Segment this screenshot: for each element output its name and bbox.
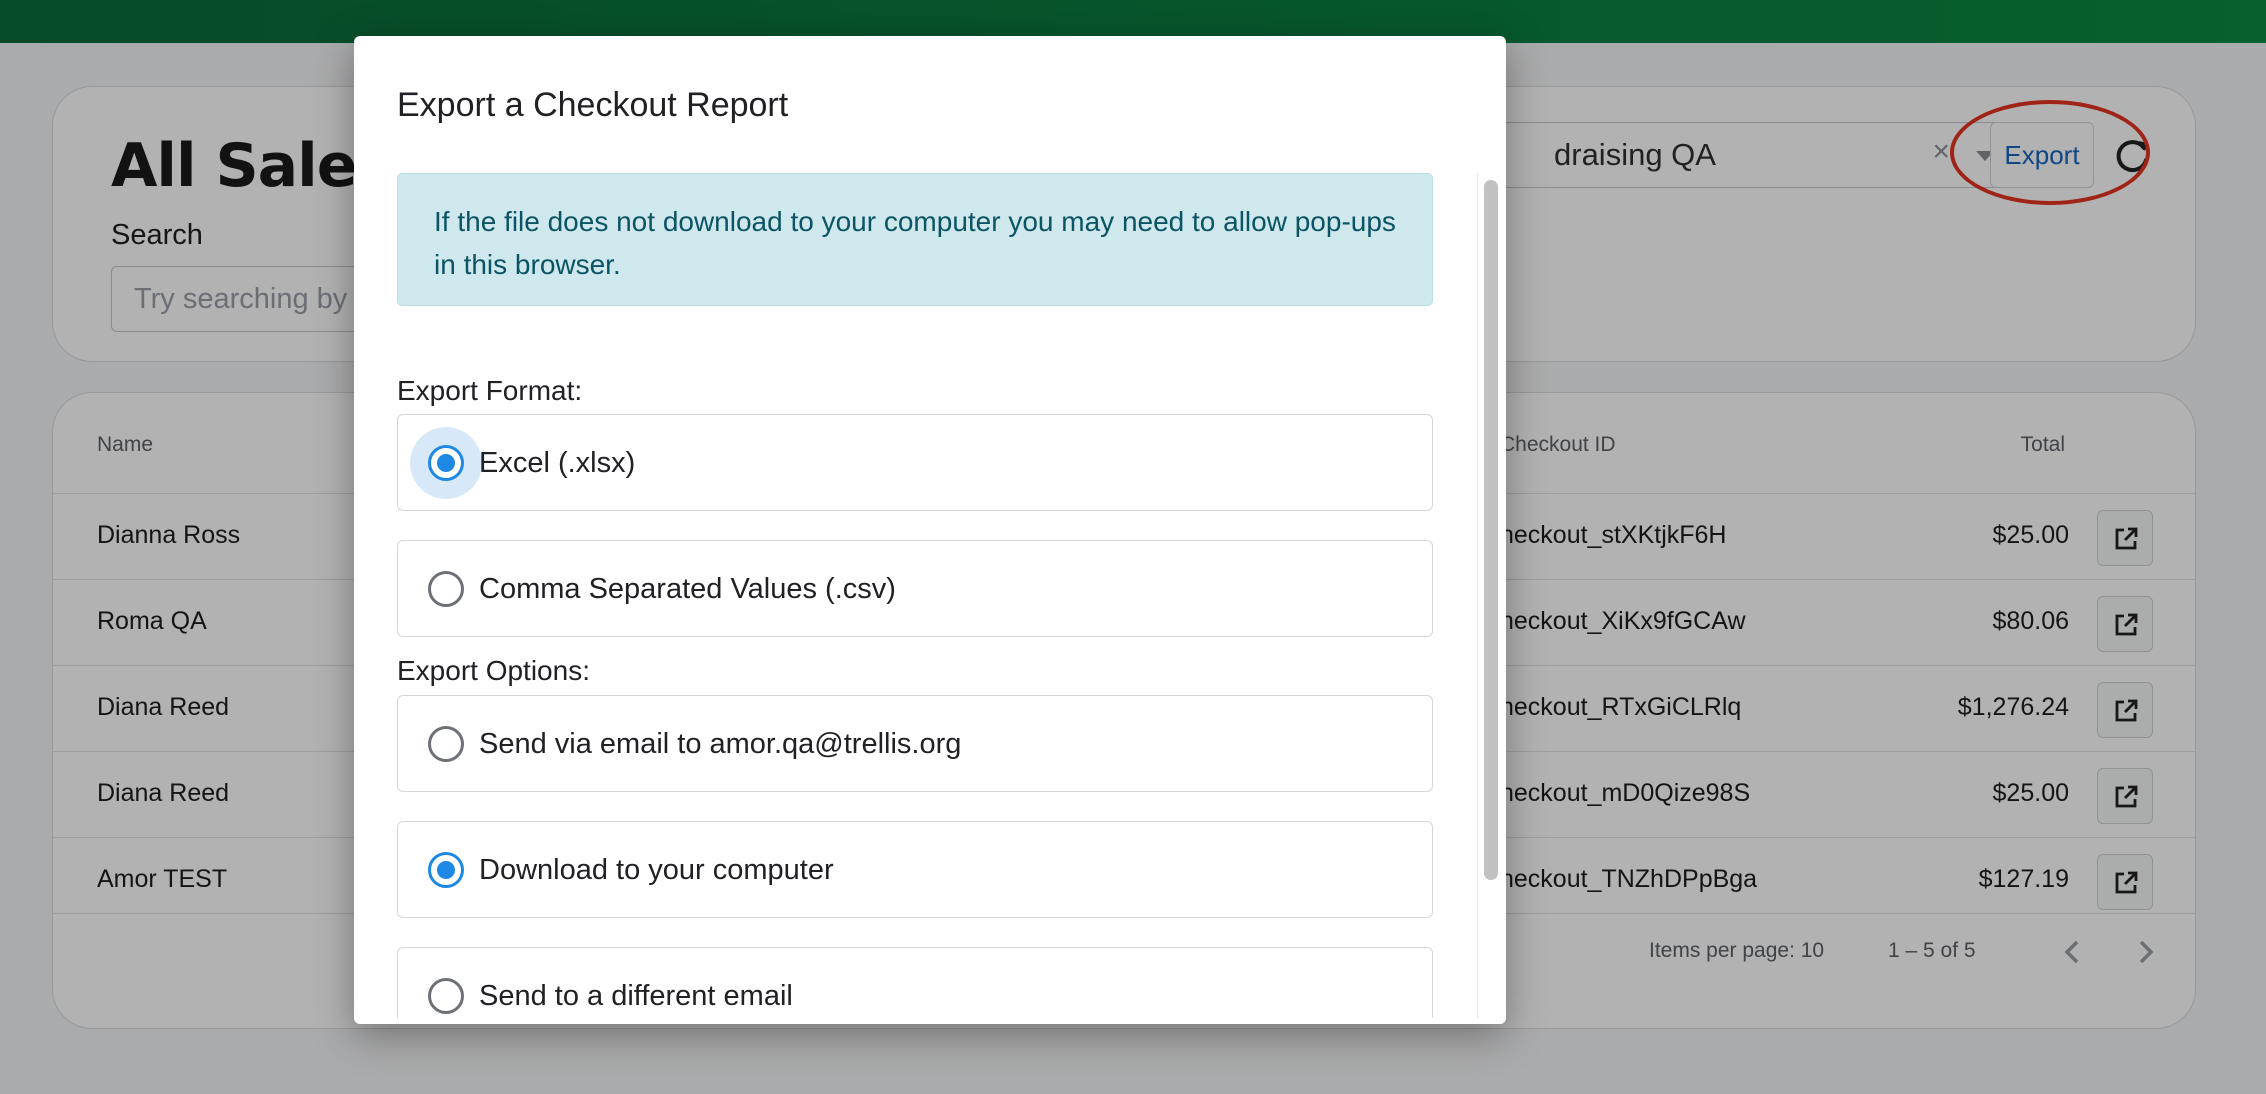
export-format-label: Export Format:: [397, 375, 583, 406]
option-send-email[interactable]: Send via email to amor.qa@trellis.org: [397, 695, 1433, 792]
export-options-label: Export Options:: [397, 655, 590, 686]
radio-button[interactable]: [428, 571, 464, 607]
format-option-excel[interactable]: Excel (.xlsx): [397, 414, 1433, 511]
radio-button[interactable]: [428, 852, 464, 888]
info-alert: If the file does not download to your co…: [397, 173, 1433, 306]
dialog-body: If the file does not download to your co…: [397, 173, 1433, 1018]
option-label: Send via email to amor.qa@trellis.org: [479, 728, 962, 760]
option-download[interactable]: Download to your computer: [397, 821, 1433, 918]
export-dialog: Export a Checkout Report If the file doe…: [354, 36, 1506, 1024]
format-option-label: Excel (.xlsx): [479, 447, 636, 479]
option-label: Send to a different email: [479, 980, 793, 1012]
option-label: Download to your computer: [479, 854, 834, 886]
format-option-label: Comma Separated Values (.csv): [479, 573, 896, 605]
format-option-csv[interactable]: Comma Separated Values (.csv): [397, 540, 1433, 637]
radio-button[interactable]: [428, 445, 464, 481]
radio-button[interactable]: [428, 978, 464, 1014]
scroll-track[interactable]: [1477, 173, 1478, 1018]
scrollbar-thumb[interactable]: [1484, 180, 1498, 880]
dialog-title: Export a Checkout Report: [397, 86, 789, 124]
radio-button[interactable]: [428, 726, 464, 762]
option-different-email[interactable]: Send to a different email: [397, 947, 1433, 1018]
